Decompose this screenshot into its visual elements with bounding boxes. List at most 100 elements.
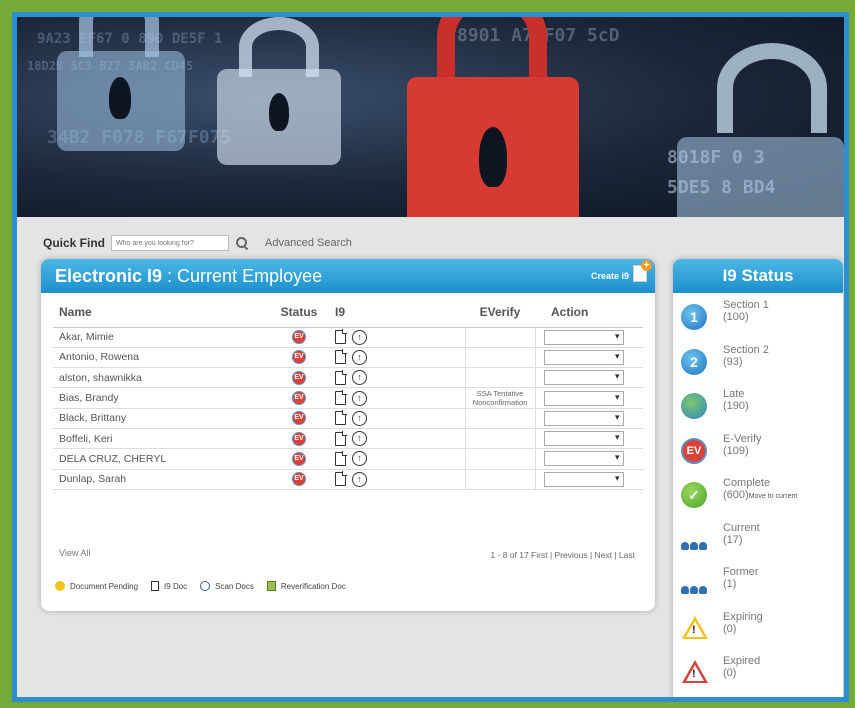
search-icon[interactable] bbox=[235, 236, 249, 250]
table-row[interactable]: Antonio, Rowena EV ↑ bbox=[53, 347, 643, 369]
status-count: (190) bbox=[723, 400, 749, 412]
status-label[interactable]: E-Verify bbox=[723, 433, 762, 445]
table-row[interactable]: Black, Brittany EV ↑ bbox=[53, 408, 643, 429]
table-row[interactable]: DELA CRUZ, CHERYL EV ↑ bbox=[53, 448, 643, 470]
status-label[interactable]: Late bbox=[723, 388, 749, 400]
employee-name[interactable]: DELA CRUZ, CHERYL bbox=[53, 448, 271, 470]
status-count: (600) bbox=[723, 489, 749, 501]
i9-document-icon[interactable] bbox=[335, 450, 347, 466]
action-dropdown[interactable] bbox=[543, 370, 624, 386]
everify-result bbox=[464, 448, 536, 470]
status-item[interactable]: 1 Section 1 (100) bbox=[681, 299, 841, 344]
upload-scan-icon[interactable]: ↑ bbox=[352, 370, 367, 386]
status-label[interactable]: Section 2 bbox=[723, 344, 769, 356]
status-item[interactable]: ! Expiring (0) bbox=[681, 611, 841, 656]
everify-status-icon[interactable]: EV bbox=[292, 431, 306, 446]
column-header-everify[interactable]: EVerify bbox=[465, 297, 535, 328]
upload-scan-icon[interactable]: ↑ bbox=[352, 431, 367, 447]
employee-name[interactable]: Boffeli, Keri bbox=[53, 428, 271, 450]
column-header-status[interactable]: Status bbox=[271, 297, 327, 328]
everify-status-icon[interactable]: EV bbox=[292, 411, 306, 426]
status-count: (0) bbox=[723, 622, 737, 635]
column-header-name[interactable]: Name bbox=[53, 297, 271, 328]
action-dropdown[interactable] bbox=[543, 390, 624, 406]
upload-scan-icon[interactable]: ↑ bbox=[352, 390, 367, 406]
employee-name[interactable]: Dunlap, Sarah bbox=[53, 469, 271, 490]
everify-result bbox=[464, 408, 536, 429]
i9-document-icon[interactable] bbox=[335, 410, 347, 426]
status-text[interactable]: Section 2 (93) bbox=[723, 344, 769, 370]
everify-status-icon[interactable]: EV bbox=[292, 451, 306, 466]
everify-status-icon[interactable]: EV bbox=[292, 391, 306, 406]
table-row[interactable]: alston, shawnikka EV ↑ bbox=[53, 367, 643, 389]
employee-name[interactable]: alston, shawnikka bbox=[53, 367, 271, 389]
pagination[interactable]: 1 - 8 of 17 First | Previous | Next | La… bbox=[490, 550, 635, 560]
status-label[interactable]: Current bbox=[723, 522, 760, 534]
status-label[interactable]: Section 1 bbox=[723, 299, 769, 311]
i9-document-icon[interactable] bbox=[335, 471, 347, 487]
status-label[interactable]: Former bbox=[723, 566, 758, 578]
table-row[interactable]: Dunlap, Sarah EV ↑ bbox=[53, 469, 643, 490]
status-text[interactable]: Expired (0) bbox=[723, 655, 760, 681]
employee-name[interactable]: Black, Brittany bbox=[53, 408, 271, 429]
view-all-link[interactable]: View All bbox=[59, 548, 90, 558]
status-label[interactable]: Expiring bbox=[723, 611, 763, 623]
status-text[interactable]: E-Verify (109) bbox=[723, 433, 762, 459]
status-item[interactable]: Former (1) bbox=[681, 566, 841, 611]
status-item[interactable]: EV E-Verify (109) bbox=[681, 433, 841, 478]
advanced-search-link[interactable]: Advanced Search bbox=[265, 237, 352, 249]
status-text[interactable]: Former (1) bbox=[723, 566, 758, 592]
i9-document-icon[interactable] bbox=[335, 329, 347, 345]
i9-status-title: I9 Status bbox=[673, 259, 843, 293]
create-i9-button[interactable]: Create i9 bbox=[591, 271, 629, 281]
upload-scan-icon[interactable]: ↑ bbox=[352, 471, 367, 487]
status-item[interactable]: 2 Section 2 (93) bbox=[681, 344, 841, 389]
employee-name[interactable]: Bias, Brandy bbox=[53, 387, 271, 409]
everify-status-icon[interactable]: EV bbox=[292, 472, 306, 487]
status-item[interactable]: ! Expired (0) bbox=[681, 655, 841, 697]
upload-scan-icon[interactable]: ↑ bbox=[352, 451, 367, 467]
action-dropdown[interactable] bbox=[543, 349, 624, 365]
everify-status-icon[interactable]: EV bbox=[292, 330, 306, 345]
status-text[interactable]: Late (190) bbox=[723, 388, 749, 414]
action-dropdown[interactable] bbox=[543, 431, 624, 447]
create-document-icon[interactable] bbox=[633, 260, 652, 282]
everify-result bbox=[464, 347, 536, 369]
table-row[interactable]: Bias, Brandy EV ↑ SSA Tentative Nonconfirma… bbox=[53, 387, 643, 409]
status-label[interactable]: Complete bbox=[723, 477, 797, 489]
i9-document-icon[interactable] bbox=[335, 349, 347, 365]
status-item[interactable]: ✓ Complete (600)Move to current bbox=[681, 477, 841, 522]
status-text[interactable]: Section 1 (100) bbox=[723, 299, 769, 325]
employee-name[interactable]: Akar, Mimie bbox=[53, 327, 271, 348]
action-dropdown[interactable] bbox=[543, 329, 624, 345]
status-note[interactable]: Move to current bbox=[749, 493, 798, 500]
status-text[interactable]: Expiring (0) bbox=[723, 611, 763, 637]
status-item[interactable]: Current (17) bbox=[681, 522, 841, 567]
employee-name[interactable]: Antonio, Rowena bbox=[53, 347, 271, 369]
upload-scan-icon[interactable]: ↑ bbox=[352, 329, 367, 345]
action-dropdown[interactable] bbox=[543, 471, 624, 487]
status-text[interactable]: Current (17) bbox=[723, 522, 760, 548]
column-header-i9[interactable]: I9 bbox=[327, 297, 465, 328]
table-row[interactable]: Boffeli, Keri EV ↑ bbox=[53, 428, 643, 450]
status-list: 1 Section 1 (100) 2 Section 2 (93) Late (190) EV… bbox=[681, 299, 841, 697]
everify-result bbox=[464, 469, 536, 490]
i9-document-icon[interactable] bbox=[335, 430, 347, 446]
status-label[interactable]: Expired bbox=[723, 655, 760, 667]
search-input[interactable] bbox=[111, 235, 230, 251]
i9-document-icon[interactable] bbox=[335, 369, 347, 385]
everify-status-icon[interactable]: EV bbox=[292, 350, 306, 365]
action-dropdown[interactable] bbox=[543, 451, 624, 467]
status-text[interactable]: Complete (600)Move to current bbox=[723, 477, 797, 503]
upload-scan-icon[interactable]: ↑ bbox=[352, 349, 367, 365]
i9-document-icon[interactable] bbox=[335, 390, 347, 406]
everify-status-icon[interactable]: EV bbox=[292, 370, 306, 385]
quick-find-bar: Quick Find Advanced Search bbox=[43, 234, 352, 252]
security-banner-image: 9A23 EF67 0 890 DE5F 1 18D2B 5C3 B27 3AB… bbox=[17, 17, 844, 217]
table-row[interactable]: Akar, Mimie EV ↑ bbox=[53, 327, 643, 348]
quick-find-label: Quick Find bbox=[43, 236, 106, 250]
everify-result bbox=[464, 367, 536, 389]
action-dropdown[interactable] bbox=[543, 410, 624, 426]
status-item[interactable]: Late (190) bbox=[681, 388, 841, 433]
upload-scan-icon[interactable]: ↑ bbox=[352, 410, 367, 426]
